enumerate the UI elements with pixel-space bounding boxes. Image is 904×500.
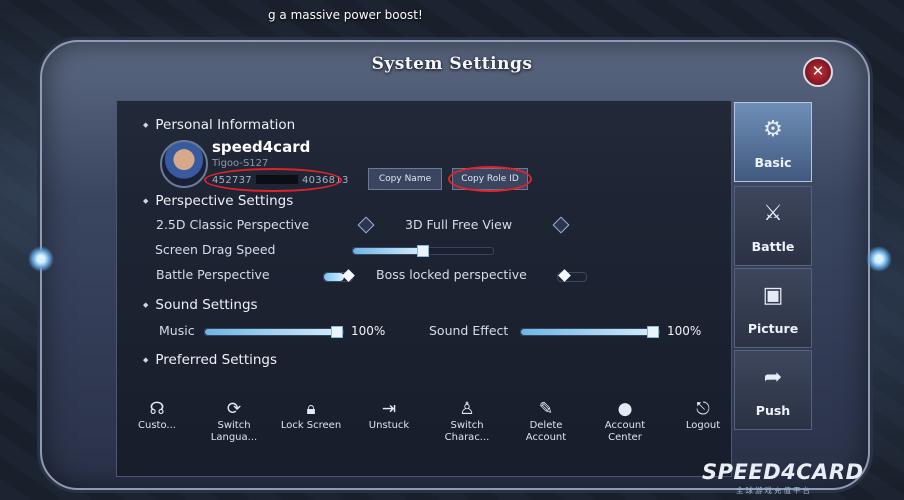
tab-battle-label: Battle (751, 239, 795, 254)
delete-account-icon: ✎ (538, 399, 554, 419)
tab-basic[interactable]: ⚙ Basic (734, 102, 812, 182)
account-center-button[interactable]: ● Account Center (594, 398, 656, 444)
left-ornament-orb (28, 246, 54, 272)
push-icon: ➦ (763, 365, 783, 390)
section-perspective-settings: Perspective Settings (143, 193, 293, 209)
username: speed4card (212, 138, 311, 156)
delete-account-button[interactable]: ✎ Delete Account (515, 398, 577, 444)
music-volume-value: 100% (351, 324, 386, 338)
sound-effect-knob[interactable] (647, 326, 659, 338)
tab-push[interactable]: ➦ Push (734, 350, 812, 430)
avatar (160, 140, 208, 188)
boss-locked-perspective-toggle[interactable] (557, 269, 587, 282)
label-boss-locked-perspective: Boss locked perspective (376, 267, 527, 282)
lock-screen-label: Lock Screen (280, 420, 342, 431)
switch-character-icon: ♙ (459, 399, 475, 419)
screen-drag-speed-knob[interactable] (417, 245, 429, 257)
logout-label: Logout (685, 420, 721, 431)
account-center-icon: ● (617, 399, 633, 419)
highlight-oval-role-id (204, 168, 342, 192)
switch-language-icon: ⟳ (226, 399, 242, 419)
picture-icon: ▣ (762, 283, 784, 308)
music-volume-fill (205, 329, 343, 335)
label-music: Music (159, 323, 195, 338)
lock-screen-button[interactable]: 🔒︎ Lock Screen (280, 398, 342, 432)
scrolling-announcement: g a massive power boost! (268, 8, 423, 22)
customer-service-label: Custo... (138, 420, 176, 431)
account-center-label: Account Center (604, 420, 646, 443)
tab-push-label: Push (755, 403, 791, 418)
window-title: System Settings (371, 54, 533, 74)
switch-language-label: Switch Langua... (210, 420, 258, 443)
right-ornament-orb (866, 246, 892, 272)
watermark-logo: SPEED4CARD (702, 460, 864, 484)
section-sound-settings: Sound Settings (143, 297, 257, 313)
switch-character-label: Switch Charac... (444, 420, 490, 443)
music-volume-knob[interactable] (331, 326, 343, 338)
logout-icon: ⎋ (696, 399, 710, 419)
label-2-5d-classic: 2.5D Classic Perspective (156, 217, 310, 232)
battle-perspective-toggle[interactable] (323, 269, 355, 282)
unstuck-icon: ⇥ (381, 399, 397, 419)
screen-drag-speed-slider[interactable] (352, 245, 494, 257)
delete-account-label: Delete Account (525, 420, 567, 443)
tab-basic-label: Basic (754, 155, 792, 170)
tab-battle[interactable]: ⚔ Battle (734, 186, 812, 266)
sound-effect-value: 100% (667, 324, 702, 338)
switch-language-button[interactable]: ⟳ Switch Langua... (203, 398, 265, 444)
unstuck-button[interactable]: ⇥ Unstuck (358, 398, 420, 432)
section-preferred-settings: Preferred Settings (143, 352, 277, 368)
label-screen-drag-speed: Screen Drag Speed (155, 242, 276, 257)
battle-icon: ⚔ (763, 201, 783, 226)
lock-icon: 🔒︎ (306, 399, 316, 419)
switch-character-button[interactable]: ♙ Switch Charac... (436, 398, 498, 444)
copy-name-button[interactable]: Copy Name (368, 168, 442, 190)
battle-perspective-on-fill (324, 273, 344, 281)
customer-service-icon: ☊ (149, 399, 165, 419)
label-battle-perspective: Battle Perspective (156, 267, 270, 282)
boss-locked-perspective-knob (558, 269, 571, 282)
music-volume-slider[interactable] (204, 326, 344, 338)
sound-effect-fill (521, 329, 659, 335)
watermark-subtitle: 全球游戏充值平台 (736, 486, 812, 495)
tab-picture-label: Picture (747, 321, 799, 336)
unstuck-label: Unstuck (368, 420, 410, 431)
label-3d-full-free-view: 3D Full Free View (405, 217, 513, 232)
highlight-oval-copy-role-id (448, 166, 532, 192)
section-personal-information: Personal Information (143, 117, 295, 133)
gear-icon: ⚙ (763, 117, 783, 142)
customer-service-button[interactable]: ☊ Custo... (126, 398, 188, 432)
screen-drag-speed-fill (353, 248, 423, 254)
sound-effect-slider[interactable] (520, 326, 660, 338)
close-button[interactable]: ✕ (803, 57, 833, 87)
logout-button[interactable]: ⎋ Logout (672, 398, 734, 432)
label-sound-effect: Sound Effect (429, 323, 509, 338)
tab-picture[interactable]: ▣ Picture (734, 268, 812, 348)
